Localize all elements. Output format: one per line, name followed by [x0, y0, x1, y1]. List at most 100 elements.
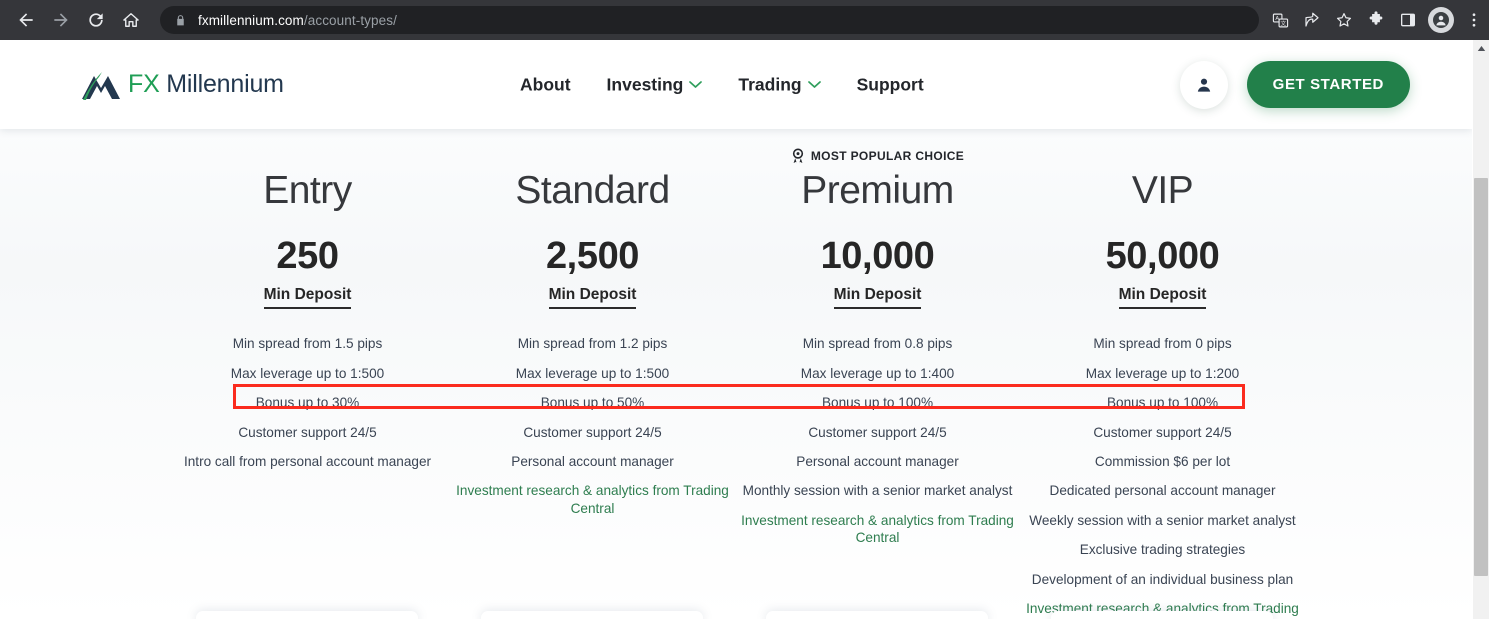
site-header: FX Millennium About Investing Trading Su… — [0, 40, 1472, 129]
plan-deposit-label: Min Deposit — [548, 285, 637, 310]
account-button[interactable] — [1179, 60, 1228, 109]
plan-feature: Customer support 24/5 — [1093, 424, 1232, 440]
plan-feature-list: Min spread from 0 pips Max leverage up t… — [1020, 329, 1305, 619]
plan-badge-label: MOST POPULAR CHOICE — [810, 148, 965, 163]
plan-feature: Min spread from 1.2 pips — [517, 336, 668, 352]
nav-item-trading[interactable]: Trading — [738, 74, 821, 95]
plan-feature-list: Min spread from 1.5 pips Max leverage up… — [165, 329, 450, 476]
profile-avatar-icon[interactable] — [1428, 7, 1454, 33]
browser-toolbar: fxmillennium.com/account-types/ 文 A — [0, 0, 1489, 40]
plan-feature: Customer support 24/5 — [523, 424, 662, 440]
home-icon — [123, 13, 139, 27]
nav-item-support[interactable]: Support — [857, 74, 924, 95]
plan-feature: Intro call from personal account manager — [183, 454, 432, 470]
extensions-puzzle-icon[interactable] — [1361, 5, 1391, 35]
nav-item-label: Trading — [738, 74, 802, 94]
header-actions: GET STARTED — [1179, 60, 1410, 109]
plan-feature: Bonus up to 100% — [821, 395, 934, 411]
scrollbar-thumb[interactable] — [1474, 178, 1488, 576]
get-started-button[interactable]: GET STARTED — [1246, 61, 1410, 108]
lock-icon — [174, 14, 187, 27]
plan-feature: Personal account manager — [796, 454, 959, 470]
plan-feature: Personal account manager — [511, 454, 674, 470]
address-bar[interactable]: fxmillennium.com/account-types/ — [160, 6, 1259, 34]
nav-item-about[interactable]: About — [520, 74, 571, 95]
plan-feature: Commission $6 per lot — [1094, 454, 1231, 470]
forward-arrow-icon — [54, 13, 68, 27]
plan-deposit-label: Min Deposit — [833, 285, 922, 310]
reload-icon — [89, 13, 103, 27]
plan-feature: Min spread from 0.8 pips — [802, 336, 953, 352]
plan-feature: Exclusive trading strategies — [1079, 542, 1246, 558]
plan-feature-max-leverage: Max leverage up to 1:200 — [1085, 365, 1240, 381]
nav-item-label: Investing — [606, 74, 684, 94]
mountain-logo-icon — [82, 71, 120, 100]
chevron-down-icon — [689, 81, 703, 88]
plan-amount: 250 — [276, 235, 339, 278]
plan-feature: Min spread from 1.5 pips — [232, 336, 383, 352]
nav-item-investing[interactable]: Investing — [607, 74, 703, 95]
page-viewport: FX Millennium About Investing Trading Su… — [0, 40, 1472, 619]
plan-cta-cards-row — [0, 605, 1472, 619]
plan-deposit-label: Min Deposit — [1118, 285, 1207, 310]
scroll-up-arrow-icon[interactable] — [1473, 40, 1489, 57]
plan-feature-list: Min spread from 0.8 pips Max leverage up… — [735, 329, 1020, 552]
plans-grid: Entry 250 Min Deposit Min spread from 1.… — [0, 129, 1472, 619]
plan-column-vip: VIP 50,000 Min Deposit Min spread from 0… — [1020, 129, 1305, 619]
url-text: fxmillennium.com/account-types/ — [198, 13, 397, 28]
page-scrollbar[interactable] — [1472, 40, 1489, 619]
plan-column-premium: MOST POPULAR CHOICE Premium 10,000 Min D… — [735, 129, 1020, 619]
site-logo[interactable]: FX Millennium — [80, 68, 284, 102]
plan-cta-card-vip[interactable] — [1051, 611, 1273, 619]
browser-nav-buttons — [0, 3, 148, 37]
main-navigation: About Investing Trading Support — [520, 74, 924, 95]
plan-feature-research: Investment research & analytics from Tra… — [741, 512, 1014, 546]
plan-cta-card-entry[interactable] — [196, 611, 418, 619]
nav-item-label: Support — [856, 74, 924, 94]
plan-feature: Weekly session with a senior market anal… — [1029, 512, 1296, 528]
bookmark-star-icon[interactable] — [1329, 5, 1359, 35]
reload-button[interactable] — [79, 3, 113, 37]
plan-feature: Min spread from 0 pips — [1093, 336, 1232, 352]
logo-text-name: Millennium — [159, 70, 284, 98]
award-rosette-icon — [792, 147, 803, 164]
home-button[interactable] — [114, 3, 148, 37]
plan-column-entry: Entry 250 Min Deposit Min spread from 1.… — [165, 129, 450, 619]
share-icon[interactable] — [1297, 5, 1327, 35]
plan-column-standard: Standard 2,500 Min Deposit Min spread fr… — [450, 129, 735, 619]
plan-feature: Bonus up to 50% — [540, 395, 645, 411]
plan-title: Entry — [263, 169, 352, 212]
svg-text:A: A — [1275, 16, 1279, 22]
plan-feature-max-leverage: Max leverage up to 1:500 — [515, 365, 670, 381]
side-panel-icon[interactable] — [1393, 5, 1423, 35]
plan-feature: Dedicated personal account manager — [1049, 483, 1276, 499]
plan-feature-max-leverage: Max leverage up to 1:400 — [800, 365, 955, 381]
plan-feature: Monthly session with a senior market ana… — [742, 483, 1013, 499]
translate-icon[interactable]: 文 A — [1265, 5, 1295, 35]
logo-text-fx: FX — [128, 70, 160, 98]
plan-feature-list: Min spread from 1.2 pips Max leverage up… — [450, 329, 735, 523]
plan-feature: Bonus up to 100% — [1106, 395, 1219, 411]
user-account-icon — [1197, 78, 1210, 92]
browser-toolbar-actions: 文 A — [1265, 5, 1489, 35]
plan-feature: Customer support 24/5 — [808, 424, 947, 440]
plan-amount: 10,000 — [820, 235, 935, 278]
plan-cta-card-standard[interactable] — [481, 611, 703, 619]
plan-title: Premium — [801, 169, 954, 212]
plan-feature-research: Investment research & analytics from Tra… — [456, 483, 729, 516]
site-logo-text: FX Millennium — [128, 70, 284, 99]
three-dot-menu-icon[interactable] — [1459, 5, 1489, 35]
chevron-down-icon — [807, 81, 821, 88]
plan-feature: Bonus up to 30% — [255, 395, 360, 411]
forward-button[interactable] — [44, 3, 78, 37]
plan-feature: Development of an individual business pl… — [1031, 571, 1294, 587]
plan-title: VIP — [1131, 169, 1194, 212]
plan-feature-max-leverage: Max leverage up to 1:500 — [230, 365, 385, 381]
url-host: fxmillennium.com — [198, 12, 304, 28]
plan-cta-card-premium[interactable] — [766, 611, 988, 619]
account-types-section: Entry 250 Min Deposit Min spread from 1.… — [0, 129, 1472, 619]
url-path: /account-types/ — [303, 12, 397, 28]
back-button[interactable] — [9, 3, 43, 37]
back-arrow-icon — [19, 13, 33, 27]
plan-badge-most-popular: MOST POPULAR CHOICE — [791, 144, 964, 167]
